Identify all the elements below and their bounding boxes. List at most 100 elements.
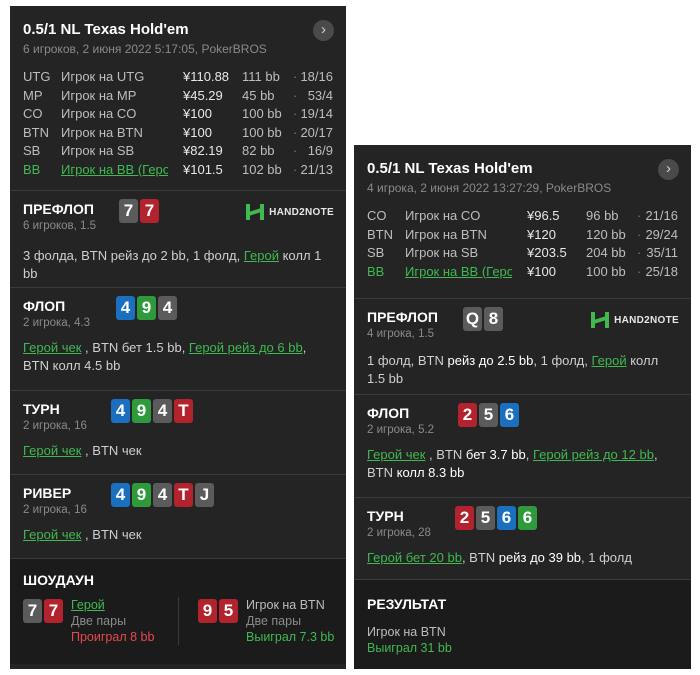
player-stack-bb: 100 bb [586,263,626,279]
player-position: MP [23,87,43,103]
player-name: Игрок на UTG [61,69,145,84]
hand2note-logo: HAND2NOTE [590,311,679,329]
street-flop: ФЛОП 2 игрока, 4.3 4 9 4 Герой чек , BTN… [10,287,346,390]
separator-dot: · [293,69,298,84]
player-stack: ¥96.5 [527,208,560,223]
separator-dot: · [293,106,298,121]
hand-history-panel-left: 0.5/1 NL Texas Hold'em 6 игроков, 2 июня… [10,6,346,669]
card: 7 [119,199,138,223]
result-section: РЕЗУЛЬТАТ Игрок на BTN Выиграл 31 bb [354,579,691,669]
card: 4 [153,483,172,507]
villain-cards: 9 5 [198,599,238,645]
card: 5 [476,506,495,530]
card: 9 [198,599,217,623]
card: 7 [44,599,63,623]
separator-dot: · [637,208,642,223]
hero-link[interactable]: Герой бет 20 bb [367,550,462,565]
action-text: , 1 фолд [581,550,632,565]
player-position: CO [367,208,387,223]
hero-link[interactable]: Герой рейз до 12 bb [533,447,654,462]
hole-cards: 7 7 [119,199,159,223]
hero-link[interactable]: Герой [591,353,626,368]
card: 6 [497,506,516,530]
player-row: BTN Игрок на BTN ¥120 120 bb · 29/24 [367,226,678,245]
street-preflop: ПРЕФЛОП 6 игроков, 1.5 7 7 HAND2NOTE 3 ф… [10,190,346,287]
card: 6 [518,506,537,530]
hero-link[interactable]: Герой чек [23,443,81,458]
player-stack: ¥82.19 [183,143,223,158]
player-stack: ¥120 [527,226,556,242]
hero-link[interactable]: Герой чек [23,527,81,542]
card: Q [463,307,482,331]
card: 4 [158,296,177,320]
player-name: Игрок на CO [61,106,137,121]
player-position: BTN [23,124,49,140]
chevron-right-icon[interactable]: › [658,159,679,180]
card: 2 [455,506,474,530]
hero-link[interactable]: Герой рейз до 6 bb [189,340,303,355]
action-text: , BTN [461,550,499,565]
player-stack-bb: 111 bb [242,69,280,84]
street-actions: Герой бет 20 bb, BTN рейз до 39 bb, 1 фо… [367,549,678,567]
player-stats: 21/16 [645,208,678,223]
player-position: CO [23,106,43,121]
player-stats: 29/24 [645,226,678,242]
player-position: SB [23,143,41,158]
card: J [195,483,214,507]
player-stats: 21/13 [300,161,333,177]
player-position: BB [23,161,41,177]
street-subtitle: 4 игрока, 1.5 [367,328,435,340]
hero-link[interactable]: Герой [244,248,279,263]
player-stack: ¥100 [183,124,212,140]
hero-player-link[interactable]: Игрок на BB (Герой) [405,263,512,282]
result-won: Выиграл 7.3 bb [246,630,335,644]
hero-link[interactable]: Герой чек [367,447,425,462]
action-text: 1 фолд, BTN [367,353,448,368]
hero-player-link[interactable]: Игрок на BB (Герой) [61,161,168,180]
card: 9 [137,296,156,320]
player-position: UTG [23,69,51,84]
separator-dot: · [637,245,642,260]
player-stack-bb: 100 bb [242,106,282,121]
separator-dot: · [293,161,298,177]
hero-link[interactable]: Герой [71,597,154,613]
card: 8 [484,307,503,331]
separator-dot: · [293,124,298,140]
chevron-right-icon[interactable]: › [313,20,334,41]
showdown-info: Игрок на BTN Две пары Выиграл 7.3 bb [246,597,334,645]
hero-link[interactable]: Герой чек [23,340,81,355]
action-text: колл 8.3 bb [396,465,465,480]
action-text: рейз до 39 bb [498,550,582,565]
street-title: ФЛОП [367,405,410,421]
player-position: BTN [367,226,393,242]
game-title: 0.5/1 NL Texas Hold'em [23,21,189,38]
separator-dot: · [637,226,642,242]
separator-dot: · [637,263,642,279]
showdown-villain: 9 5 Игрок на BTN Две пары Выиграл 7.3 bb [198,597,334,645]
player-name: Игрок на BTN [246,598,325,612]
board-cards: 4 9 4 [116,296,177,320]
players-table: UTG Игрок на UTG ¥110.88 111 bb · 18/16 … [10,68,346,184]
street-flop: ФЛОП 2 игрока, 5.2 2 5 6 Герой чек , BTN… [354,394,691,497]
action-text: рейз до 2.5 bb [447,353,534,368]
separator-dot: · [293,87,298,103]
card: 5 [219,599,238,623]
result-won: Выиграл 31 bb [367,641,452,655]
player-name: Игрок на SB [61,143,135,158]
street-actions: Герой чек , BTN чек [23,442,333,460]
player-stats: 19/14 [300,106,333,121]
street-actions: 3 фолда, BTN рейз до 2 bb, 1 фолд, Герой… [23,247,333,283]
player-row: CO Игрок на CO ¥96.5 96 bb · 21/16 [367,207,678,226]
hand2note-text: HAND2NOTE [614,314,679,326]
card: 5 [479,403,498,427]
action-text: , BTN бет 1.5 bb, [81,340,189,355]
player-name: Игрок на BTN [367,625,446,639]
board-cards: 2 5 6 [458,403,519,427]
card: 4 [111,483,130,507]
card: 7 [140,199,159,223]
player-name: Игрок на CO [405,208,481,223]
game-title: 0.5/1 NL Texas Hold'em [367,160,533,177]
board-cards: 4 9 4 T [111,399,193,423]
player-stack: ¥100 [183,106,212,121]
showdown-title: ШОУДАУН [23,572,94,588]
